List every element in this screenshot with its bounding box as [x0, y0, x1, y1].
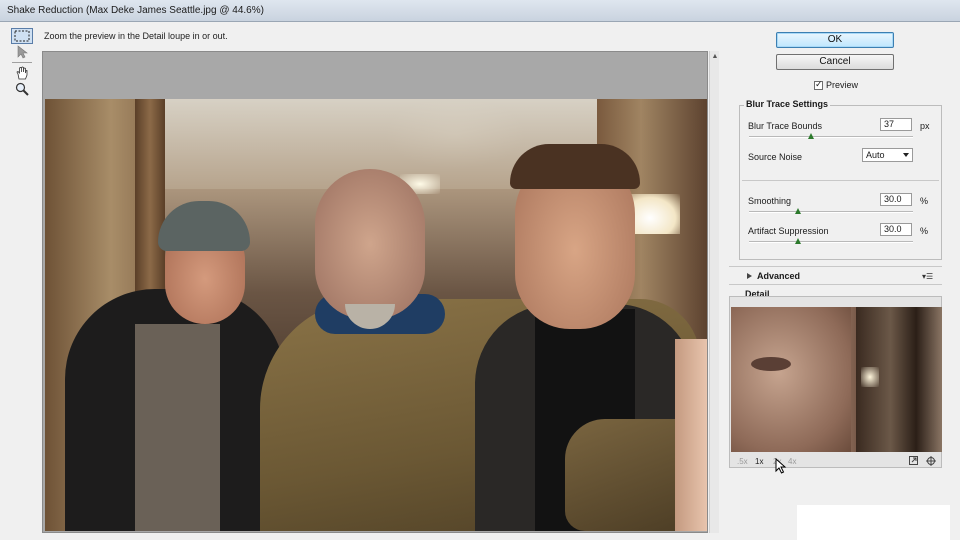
blur-trace-bounds-thumb[interactable] [808, 133, 815, 139]
source-noise-select[interactable]: Auto [862, 148, 913, 162]
loupe-face [731, 307, 851, 452]
preview-label: Preview [826, 80, 859, 90]
zoom-1x[interactable]: 1x [755, 457, 763, 466]
hand-icon[interactable] [11, 65, 33, 81]
ok-button[interactable]: OK [776, 32, 894, 48]
artifact-suppression-unit: % [920, 226, 929, 236]
source-noise-value: Auto [866, 150, 885, 160]
smoothing-label: Smoothing [748, 196, 792, 206]
title-bar: Shake Reduction (Max Deke James Seattle.… [0, 0, 960, 22]
blank-region [797, 505, 950, 540]
preview-checkbox[interactable] [814, 79, 823, 90]
person-left-shirt [135, 324, 220, 531]
blur-trace-bounds-slider[interactable] [749, 136, 913, 138]
disclosure-triangle-icon [747, 273, 752, 279]
advanced-divider [729, 266, 942, 267]
advanced-label: Advanced [757, 271, 801, 281]
hint-text: Zoom the preview in the Detail loupe in … [44, 31, 228, 41]
preview-image[interactable] [45, 99, 707, 531]
mouse-cursor-icon [775, 458, 787, 474]
panel-menu-icon[interactable]: ▾☰ [922, 272, 933, 281]
person-right-hair [510, 144, 640, 189]
advanced-toggle[interactable]: Advanced [747, 271, 800, 281]
magnifier-icon[interactable] [11, 81, 33, 97]
blur-trace-title: Blur Trace Settings [744, 99, 831, 109]
artifact-suppression-label: Artifact Suppression [748, 226, 829, 236]
smoothing-thumb[interactable] [795, 208, 802, 214]
person-left-beanie [158, 201, 250, 251]
smoothing-unit: % [920, 196, 929, 206]
smoothing-input[interactable]: 30.0 [880, 193, 912, 206]
artifact-suppression-slider[interactable] [749, 241, 913, 243]
artifact-suppression-input[interactable]: 30.0 [880, 223, 912, 236]
detail-divider [729, 284, 942, 285]
chevron-down-icon [903, 153, 909, 157]
arrow-icon[interactable] [11, 44, 33, 60]
blur-trace-bounds-input[interactable]: 37 [880, 118, 912, 131]
scroll-up-icon[interactable]: ▲ [711, 53, 719, 61]
preview-scrollbar[interactable]: ▲ [709, 51, 719, 533]
source-noise-label: Source Noise [748, 152, 803, 162]
undock-detail-icon[interactable] [909, 456, 918, 467]
preview-canvas[interactable] [42, 51, 708, 533]
marquee-icon[interactable] [11, 28, 33, 44]
window-title: Shake Reduction (Max Deke James Seattle.… [7, 5, 264, 16]
detail-loupe[interactable] [731, 307, 942, 452]
blur-trace-bounds-label: Blur Trace Bounds [748, 121, 823, 131]
loupe-light [861, 367, 879, 387]
smoothing-slider[interactable] [749, 211, 913, 213]
preview-toggle[interactable]: Preview [814, 79, 859, 90]
tool-separator [12, 62, 32, 63]
toolbox [8, 26, 36, 536]
cancel-button[interactable]: Cancel [776, 54, 894, 70]
crosshair-icon[interactable] [926, 456, 936, 468]
blur-trace-bounds-unit: px [920, 121, 930, 131]
loupe-eye [751, 357, 791, 371]
zoom-4x[interactable]: 4x [788, 457, 796, 466]
person-middle-face [315, 169, 425, 319]
group-divider [742, 180, 939, 181]
zoom-bar: .5x 1x 2x 4x [731, 454, 942, 468]
hand-foreground [675, 339, 707, 531]
detail-panel: .5x 1x 2x 4x [729, 296, 942, 468]
artifact-suppression-thumb[interactable] [795, 238, 802, 244]
zoom-half[interactable]: .5x [737, 457, 748, 466]
